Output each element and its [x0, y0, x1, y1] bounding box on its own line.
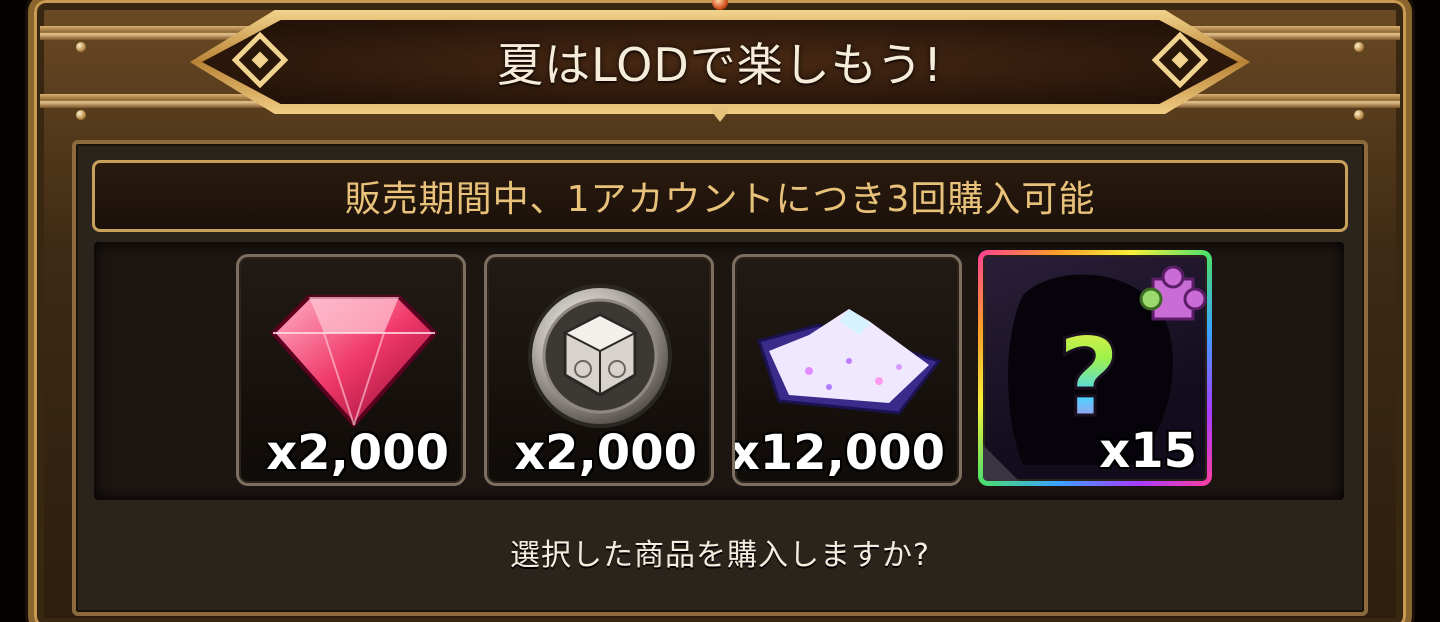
item-slot-mystery-puzzle[interactable]: ? x15: [978, 250, 1212, 486]
frame-stud: [76, 110, 86, 120]
frame-stud: [1354, 42, 1364, 52]
title-banner: 夏はLODで楽しもう!: [202, 20, 1238, 104]
svg-text:?: ?: [1057, 313, 1121, 441]
frame-stud: [76, 42, 86, 52]
frame-stud: [1354, 110, 1364, 120]
crystal-powder-icon: [757, 309, 942, 415]
item-quantity: x12,000: [732, 425, 945, 481]
purchase-confirm-question: 選択した商品を購入しますか?: [510, 538, 930, 573]
item-slot-ruby-gem[interactable]: x2,000: [236, 254, 466, 486]
dialog-title: 夏はLODで楽しもう!: [497, 38, 943, 92]
purchase-limit-notice: 販売期間中、1アカウントにつき3回購入可能: [92, 160, 1348, 232]
item-slot-crystal-powder[interactable]: x12,000: [732, 254, 962, 486]
item-quantity: x15: [1099, 423, 1197, 479]
item-slot-dice-coin[interactable]: x2,000: [484, 254, 714, 486]
item-quantity: x2,000: [266, 425, 449, 481]
ruby-gem-icon: [270, 295, 438, 429]
item-quantity: x2,000: [514, 425, 697, 481]
dice-coin-icon: [528, 284, 672, 428]
notice-text: 販売期間中、1アカウントにつき3回購入可能: [344, 179, 1096, 220]
